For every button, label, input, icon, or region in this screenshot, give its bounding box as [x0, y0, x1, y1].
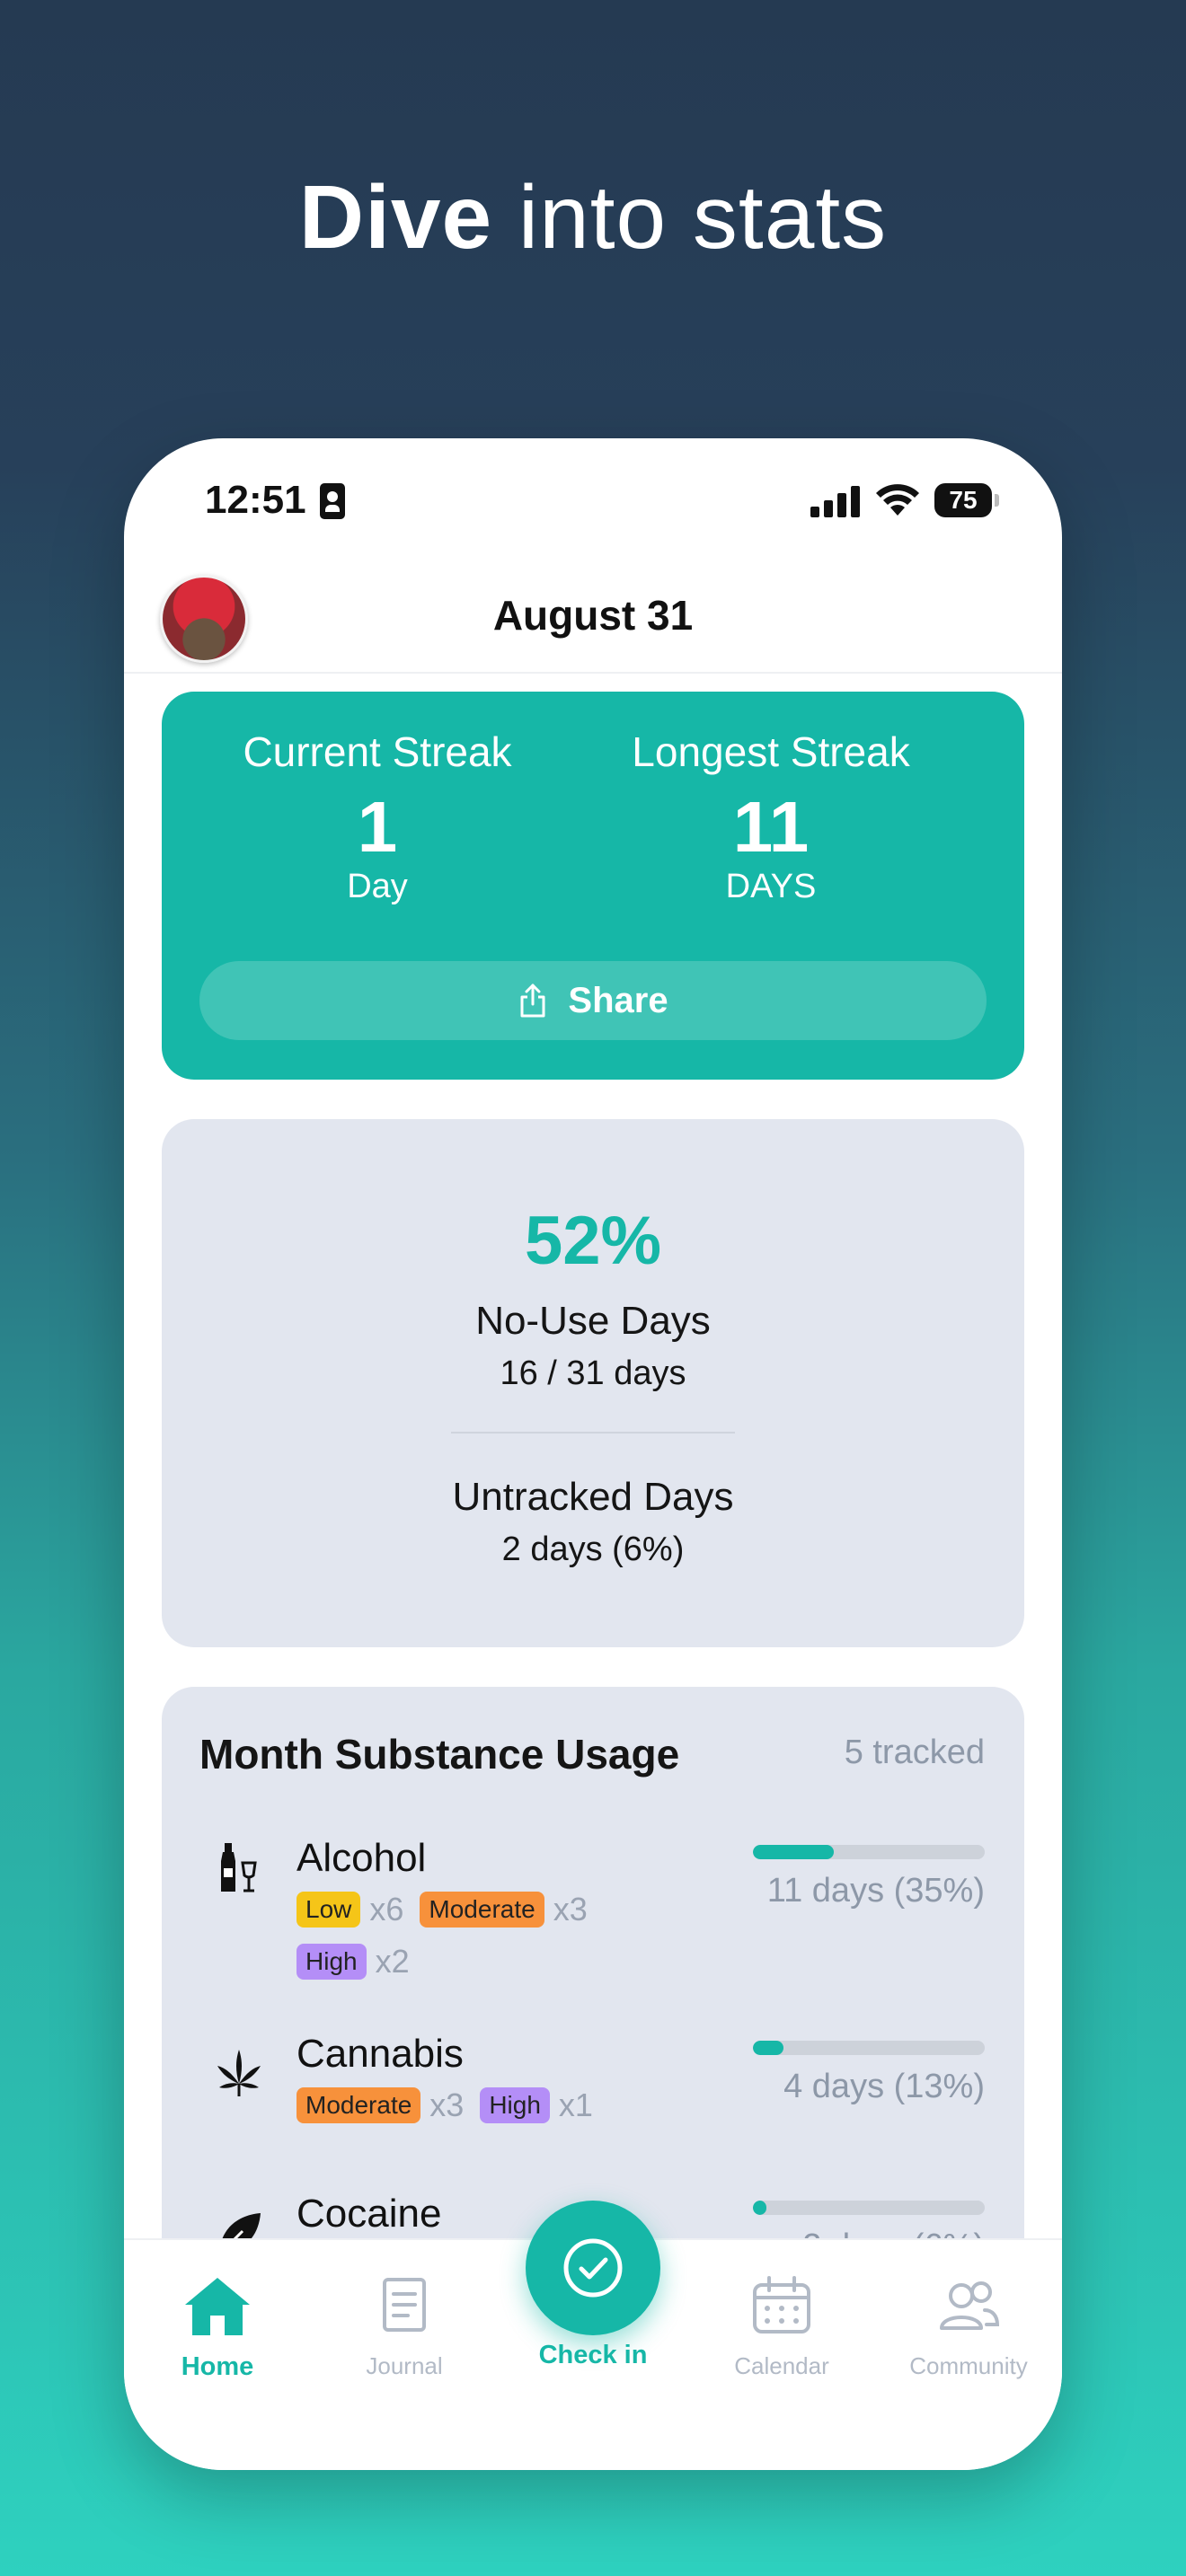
substance-name: Cannabis — [296, 2032, 464, 2076]
usage-progress-fill — [753, 2201, 767, 2215]
badge-low: Low — [296, 1892, 361, 1928]
alcohol-icon — [221, 1843, 257, 1892]
battery-icon: 75 — [934, 483, 999, 517]
streak-card: Current Streak 1 Day Longest Streak 11 D… — [162, 692, 1024, 1080]
substance-usage-card: Month Substance Usage 5 tracked Alcohol … — [162, 1687, 1024, 2238]
leaf-icon — [222, 2213, 261, 2238]
badge-count: x2 — [375, 1943, 410, 1980]
share-icon — [520, 984, 545, 1018]
share-label: Share — [568, 980, 668, 1020]
badge-moderate: Moderate — [420, 1892, 544, 1928]
usage-progress-fill — [753, 1845, 835, 1859]
no-use-percent: 52% — [524, 1203, 662, 1279]
longest-streak: Longest Streak 11 DAYS — [573, 728, 969, 906]
checkmark-circle-icon — [563, 2238, 623, 2298]
badge-high: High — [296, 1944, 367, 1980]
contact-card-icon — [320, 483, 345, 519]
usage-count: 5 tracked — [844, 1734, 985, 1771]
badge-moderate: Moderate — [296, 2087, 421, 2123]
tab-checkin-label[interactable]: Check in — [483, 2341, 703, 2370]
longest-streak-label: Longest Streak — [632, 728, 910, 775]
home-icon — [185, 2278, 250, 2335]
content-scroll[interactable]: Current Streak 1 Day Longest Streak 11 D… — [124, 674, 1062, 2238]
current-streak: Current Streak 1 Day — [180, 728, 575, 906]
status-bar: 12:51 75 — [124, 438, 1062, 555]
tab-home-label: Home — [181, 2352, 254, 2381]
longest-streak-value: 11 — [732, 787, 810, 867]
usage-title: Month Substance Usage — [199, 1731, 680, 1778]
headline: Dive into stats — [0, 166, 1186, 269]
usage-summary: 11 days (35%) — [766, 1872, 985, 1910]
cannabis-icon — [217, 2050, 261, 2096]
substance-row-alcohol[interactable]: Alcohol Low x6 Moderate x3 High x2 11 days … — [162, 1836, 1024, 2007]
wifi-icon — [876, 484, 919, 516]
substance-row-cannabis[interactable]: Cannabis Moderate x3 High x1 4 days (13%) — [162, 2032, 1024, 2157]
no-use-label: No-Use Days — [475, 1299, 711, 1343]
current-streak-label: Current Streak — [243, 728, 512, 775]
badge-count: x3 — [553, 1891, 588, 1928]
usage-progress-bar — [753, 2201, 985, 2215]
badge-count: x3 — [429, 2086, 465, 2123]
badge-count: x6 — [369, 1891, 404, 1928]
community-icon — [940, 2281, 1000, 2330]
divider — [451, 1432, 735, 1434]
phone-frame: 12:51 75 August 31 Current Streak 1 Day … — [124, 438, 1062, 2470]
longest-streak-unit: DAYS — [725, 868, 817, 905]
cellular-signal-icon — [810, 485, 861, 517]
usage-summary: 2 days (6%) — [802, 2228, 985, 2238]
usage-badges: Moderate x3 High x1 — [296, 2086, 674, 2123]
tab-bar: Home Journal Check in Calendar Community — [124, 2201, 1062, 2470]
no-use-sub: 16 / 31 days — [500, 1354, 686, 1392]
usage-progress-fill — [753, 2041, 783, 2055]
tab-journal[interactable]: Journal — [323, 2271, 485, 2380]
substance-name: Cocaine — [296, 2192, 442, 2236]
no-use-card: 52% No-Use Days 16 / 31 days Untracked D… — [162, 1119, 1024, 1647]
tab-home[interactable]: Home — [137, 2271, 298, 2382]
share-button[interactable]: Share — [199, 961, 987, 1040]
app-header: August 31 — [124, 555, 1062, 674]
usage-summary: 4 days (13%) — [783, 2068, 985, 2105]
tab-community[interactable]: Community — [888, 2271, 1049, 2380]
calendar-icon — [753, 2276, 810, 2333]
headline-bold: Dive — [298, 167, 493, 268]
tab-journal-label: Journal — [366, 2352, 443, 2379]
current-streak-unit: Day — [347, 868, 408, 905]
status-time: 12:51 — [205, 478, 306, 522]
tab-calendar-label: Calendar — [734, 2352, 829, 2379]
tab-calendar[interactable]: Calendar — [701, 2271, 863, 2380]
untracked-sub: 2 days (6%) — [501, 1531, 685, 1568]
journal-icon — [383, 2278, 426, 2332]
untracked-label: Untracked Days — [452, 1475, 734, 1519]
tab-community-label: Community — [909, 2352, 1028, 2379]
check-in-button[interactable] — [526, 2201, 660, 2335]
page-title: August 31 — [492, 592, 694, 639]
usage-badges: Low x6 Moderate x3 High x2 — [296, 1891, 674, 1980]
badge-high: High — [480, 2087, 550, 2123]
substance-name: Alcohol — [296, 1836, 427, 1880]
usage-progress-bar — [753, 1845, 985, 1859]
current-streak-value: 1 — [357, 787, 398, 867]
usage-progress-bar — [753, 2041, 985, 2055]
badge-count: x1 — [558, 2086, 593, 2123]
headline-rest: into stats — [492, 167, 888, 268]
